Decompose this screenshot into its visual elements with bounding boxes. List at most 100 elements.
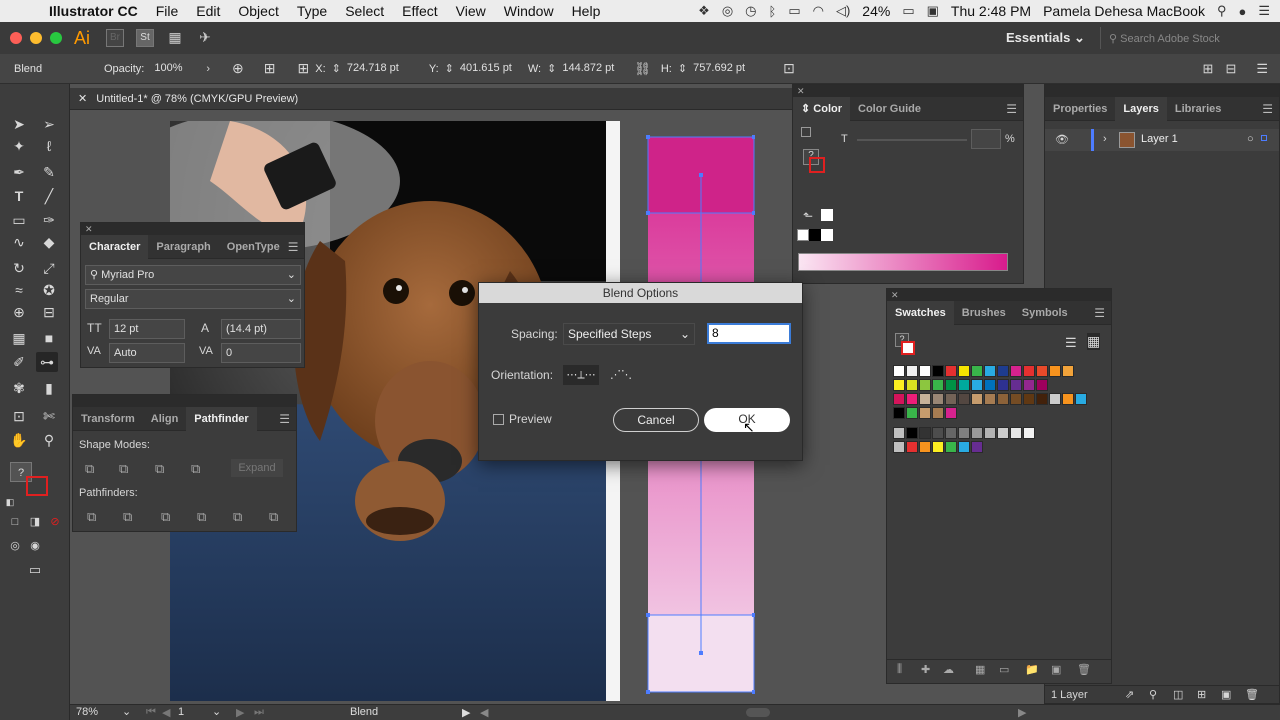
close-document-icon[interactable]: ✕	[78, 93, 87, 105]
color-spectrum-bar[interactable]	[798, 253, 1008, 271]
x-field[interactable]: 724.718 pt	[342, 58, 425, 79]
arrange-documents-icon[interactable]: ▦	[166, 29, 184, 47]
h-stepper-icon[interactable]: ⇕	[678, 62, 687, 75]
character-panel-header[interactable]: ✕	[81, 223, 304, 235]
font-style-select[interactable]: Regular ⌄	[85, 289, 301, 309]
close-window-button[interactable]	[10, 32, 22, 44]
black-swatch[interactable]	[809, 229, 821, 241]
slice-tool-icon[interactable]: ✄	[38, 406, 60, 426]
delete-layer-icon[interactable]: 🗑	[1245, 688, 1259, 701]
swatch[interactable]	[1023, 379, 1035, 391]
opacity-field[interactable]: 100%	[150, 58, 201, 79]
swatch-stroke-indicator[interactable]	[901, 341, 915, 355]
swatch[interactable]	[919, 393, 931, 405]
panel-menu-icon[interactable]: ☰	[1094, 306, 1105, 320]
tab-pathfinder[interactable]: Pathfinder	[186, 406, 257, 431]
add-to-library-icon[interactable]: ✚	[921, 663, 930, 676]
tab-paragraph[interactable]: Paragraph	[148, 235, 218, 259]
tab-character[interactable]: Character	[81, 234, 149, 259]
swatch[interactable]	[906, 379, 918, 391]
lasso-tool-icon[interactable]: ℓ	[38, 136, 60, 156]
swatch[interactable]	[932, 379, 944, 391]
swatch[interactable]	[932, 427, 944, 439]
zoom-window-button[interactable]	[50, 32, 62, 44]
swatch[interactable]	[997, 427, 1009, 439]
zoom-dropdown-icon[interactable]: ⌄	[122, 705, 131, 718]
artboard-number[interactable]: 1	[178, 706, 184, 718]
curvature-tool-icon[interactable]: ✎	[38, 162, 60, 182]
pen-tool-icon[interactable]: ✒	[8, 162, 30, 182]
new-swatch-icon[interactable]: ▣	[1051, 663, 1061, 676]
swatch[interactable]	[906, 441, 918, 453]
minus-back-icon[interactable]: ⧉	[269, 509, 278, 525]
creative-cloud-icon[interactable]: ◎	[722, 3, 733, 19]
swatch-options-2-icon[interactable]: ▭	[999, 663, 1009, 676]
symbol-sprayer-tool-icon[interactable]: ✾	[8, 378, 30, 398]
artboard-dropdown-icon[interactable]: ⌄	[212, 705, 221, 718]
crop-icon[interactable]: ⧉	[197, 509, 206, 525]
spotlight-search-icon[interactable]: ⚲	[1217, 3, 1227, 19]
menu-view[interactable]: View	[447, 3, 495, 19]
color-group-icon[interactable]: ▦	[975, 663, 985, 676]
line-tool-icon[interactable]: ╱	[38, 186, 60, 206]
swatch[interactable]	[971, 427, 983, 439]
minimize-window-button[interactable]	[30, 32, 42, 44]
swatch[interactable]	[932, 441, 944, 453]
swatches-panel-header[interactable]: ✕	[887, 289, 1111, 301]
panel-menu-icon[interactable]: ☰	[1262, 102, 1273, 116]
gpu-performance-icon[interactable]: ✈	[196, 29, 214, 47]
delete-swatch-icon[interactable]: 🗑	[1077, 663, 1091, 676]
stroke-swatch-icon[interactable]	[26, 476, 48, 496]
selection-indicator[interactable]	[1261, 135, 1267, 141]
swatch[interactable]	[971, 441, 983, 453]
document-tab[interactable]: ✕ Untitled-1* @ 78% (CMYK/GPU Preview)	[70, 88, 792, 110]
swatch[interactable]	[997, 365, 1009, 377]
menu-file[interactable]: File	[147, 3, 188, 19]
opacity-chevron-icon[interactable]: ›	[206, 63, 210, 75]
preview-checkbox[interactable]	[493, 414, 504, 425]
swatch[interactable]	[958, 365, 970, 377]
locate-object-icon[interactable]: ⚲	[1149, 688, 1157, 701]
user-name[interactable]: Pamela Dehesa MacBook	[1043, 3, 1205, 19]
list-view-icon[interactable]: ☰	[1065, 335, 1077, 351]
menu-window[interactable]: Window	[495, 3, 563, 19]
swatch[interactable]	[945, 379, 957, 391]
swatch[interactable]	[971, 393, 983, 405]
white-swatch-2[interactable]	[821, 229, 833, 241]
swatch[interactable]	[919, 427, 931, 439]
align-to-icon[interactable]: ⊞	[264, 60, 276, 77]
swatch-libraries-icon[interactable]: ⫼	[897, 663, 902, 676]
default-fill-stroke-icon[interactable]: ◧	[4, 492, 16, 512]
color-panel-header[interactable]: ✕	[793, 85, 1023, 97]
tab-symbols[interactable]: Symbols	[1014, 301, 1076, 325]
none-swatch[interactable]	[797, 229, 809, 241]
width-tool-icon[interactable]: ≈	[8, 280, 30, 300]
menu-select[interactable]: Select	[336, 3, 393, 19]
spacing-select[interactable]: Specified Steps ⌄	[563, 323, 695, 345]
swatch[interactable]	[893, 393, 905, 405]
paintbrush-tool-icon[interactable]: ✑	[38, 210, 60, 230]
flag-icon[interactable]: ▣	[927, 3, 939, 19]
tab-brushes[interactable]: Brushes	[954, 301, 1014, 325]
swatch[interactable]	[906, 365, 918, 377]
draw-behind-icon[interactable]: ◉	[24, 536, 46, 556]
gradient-tool-icon[interactable]: ■	[38, 328, 60, 348]
clock[interactable]: Thu 2:48 PM	[951, 3, 1031, 19]
w-stepper-icon[interactable]: ⇕	[547, 62, 556, 75]
swatch[interactable]	[971, 365, 983, 377]
swatch[interactable]	[1023, 427, 1035, 439]
tab-color[interactable]: ⇕ Color	[793, 96, 851, 121]
eye-icon[interactable]: 👁	[1055, 133, 1069, 146]
swatch[interactable]	[1010, 427, 1022, 439]
swatch[interactable]	[984, 393, 996, 405]
draw-normal-icon[interactable]: ◎	[4, 536, 26, 556]
swatch[interactable]	[1049, 365, 1061, 377]
default-colors-icon[interactable]	[801, 127, 811, 137]
menu-type[interactable]: Type	[288, 3, 336, 19]
menu-object[interactable]: Object	[229, 3, 287, 19]
dropbox-icon[interactable]: ❖	[698, 3, 710, 19]
new-sublayer-icon[interactable]: ⊞	[1197, 688, 1206, 701]
swatch[interactable]	[1010, 365, 1022, 377]
swatch[interactable]	[1036, 379, 1048, 391]
airplay-icon[interactable]: ▭	[788, 3, 800, 19]
